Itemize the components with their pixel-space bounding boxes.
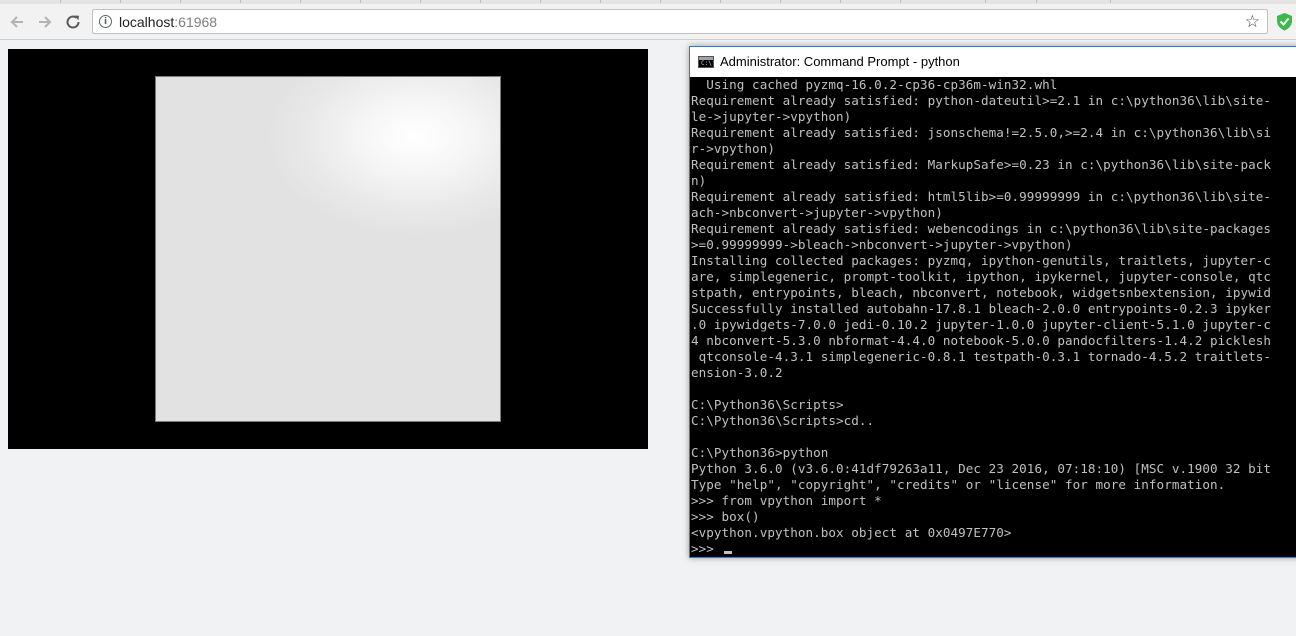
console-line: >>> from vpython import * [691, 493, 882, 508]
console-line: Requirement already satisfied: jsonschem… [691, 125, 1272, 140]
console-line: <vpython.vpython.box object at 0x0497E77… [691, 525, 1012, 540]
back-button[interactable] [6, 11, 28, 33]
console-line: Successfully installed autobahn-17.8.1 b… [691, 301, 1272, 316]
tab-divider [1036, 0, 1037, 3]
tab-divider [360, 0, 361, 3]
console-icon: C:\ [698, 56, 714, 68]
forward-button[interactable] [34, 11, 56, 33]
tab-divider [540, 0, 541, 3]
tab-divider [660, 0, 661, 3]
console-line: r->vpython) [691, 141, 775, 156]
star-icon[interactable]: ☆ [1245, 12, 1260, 32]
arrow-right-icon [39, 16, 52, 28]
console-line: .0 ipywidgets-7.0.0 jedi-0.10.2 jupyter-… [691, 317, 1272, 332]
tab-divider [720, 0, 721, 3]
console-line: Requirement already satisfied: webencodi… [691, 221, 1272, 236]
console-line: C:\Python36\Scripts> [691, 397, 844, 412]
tab-divider [480, 0, 481, 3]
console-line: Type "help", "copyright", "credits" or "… [691, 477, 1226, 492]
console-line: Using cached pyzmq-16.0.2-cp36-cp36m-win… [691, 77, 1058, 92]
window-title: Administrator: Command Prompt - python [720, 54, 960, 69]
url-host: localhost [119, 14, 175, 30]
console-line: are, simplegeneric, prompt-toolkit, ipyt… [691, 269, 1272, 284]
tab-divider [985, 0, 986, 3]
tab-divider [240, 0, 241, 3]
tab-divider [840, 0, 841, 3]
console-line: le->jupyter->vpython) [691, 109, 852, 124]
reload-button[interactable] [62, 11, 84, 33]
console-prompt-line: >>> [691, 541, 722, 556]
console-line: Requirement already satisfied: python-da… [691, 93, 1272, 108]
tab-divider [60, 0, 61, 3]
console-line: qtconsole-4.3.1 simplegeneric-0.8.1 test… [691, 349, 1272, 364]
console-line: C:\Python36>python [691, 445, 829, 460]
browser-toolbar: i localhost:61968 ☆ [0, 4, 1296, 40]
tab-divider [780, 0, 781, 3]
tab-divider [900, 0, 901, 3]
command-prompt-window[interactable]: C:\ Administrator: Command Prompt - pyth… [689, 46, 1296, 558]
vpython-canvas[interactable] [8, 49, 648, 449]
arrow-left-icon [10, 16, 23, 28]
tab-divider [300, 0, 301, 3]
console-line: n) [691, 173, 707, 188]
console-line: ach->nbconvert->jupyter->vpython) [691, 205, 943, 220]
shield-check-icon[interactable] [1276, 12, 1293, 31]
address-bar[interactable]: i localhost:61968 ☆ [92, 9, 1268, 34]
window-titlebar[interactable]: C:\ Administrator: Command Prompt - pyth… [690, 47, 1296, 77]
tab-divider [600, 0, 601, 3]
console-line: Requirement already satisfied: MarkupSaf… [691, 157, 1272, 172]
console-line: Requirement already satisfied: html5lib>… [691, 189, 1272, 204]
console-line: Python 3.6.0 (v3.6.0:41df79263a11, Dec 2… [691, 461, 1272, 476]
console-line: C:\Python36\Scripts>cd.. [691, 413, 875, 428]
console-line: stpath, entrypoints, bleach, nbconvert, … [691, 285, 1272, 300]
tab-divider [420, 0, 421, 3]
tab-divider [180, 0, 181, 3]
console-line: ension-3.0.2 [691, 365, 783, 380]
url-port: :61968 [174, 14, 218, 30]
text-cursor [724, 551, 732, 554]
tab-divider [120, 0, 121, 3]
console-line: >>> box() [691, 509, 760, 524]
info-icon[interactable]: i [99, 15, 112, 28]
console-line: >=0.99999999->bleach->nbconvert->jupyter… [691, 237, 1073, 252]
reload-icon [66, 15, 80, 29]
url-text: localhost:61968 [119, 14, 217, 30]
vpython-box [155, 76, 501, 422]
console-line: 4 nbconvert-5.3.0 nbformat-4.4.0 noteboo… [691, 333, 1272, 348]
console-output[interactable]: Using cached pyzmq-16.0.2-cp36-cp36m-win… [690, 77, 1296, 557]
console-line: Installing collected packages: pyzmq, ip… [691, 253, 1272, 268]
tab-divider [1110, 0, 1111, 3]
